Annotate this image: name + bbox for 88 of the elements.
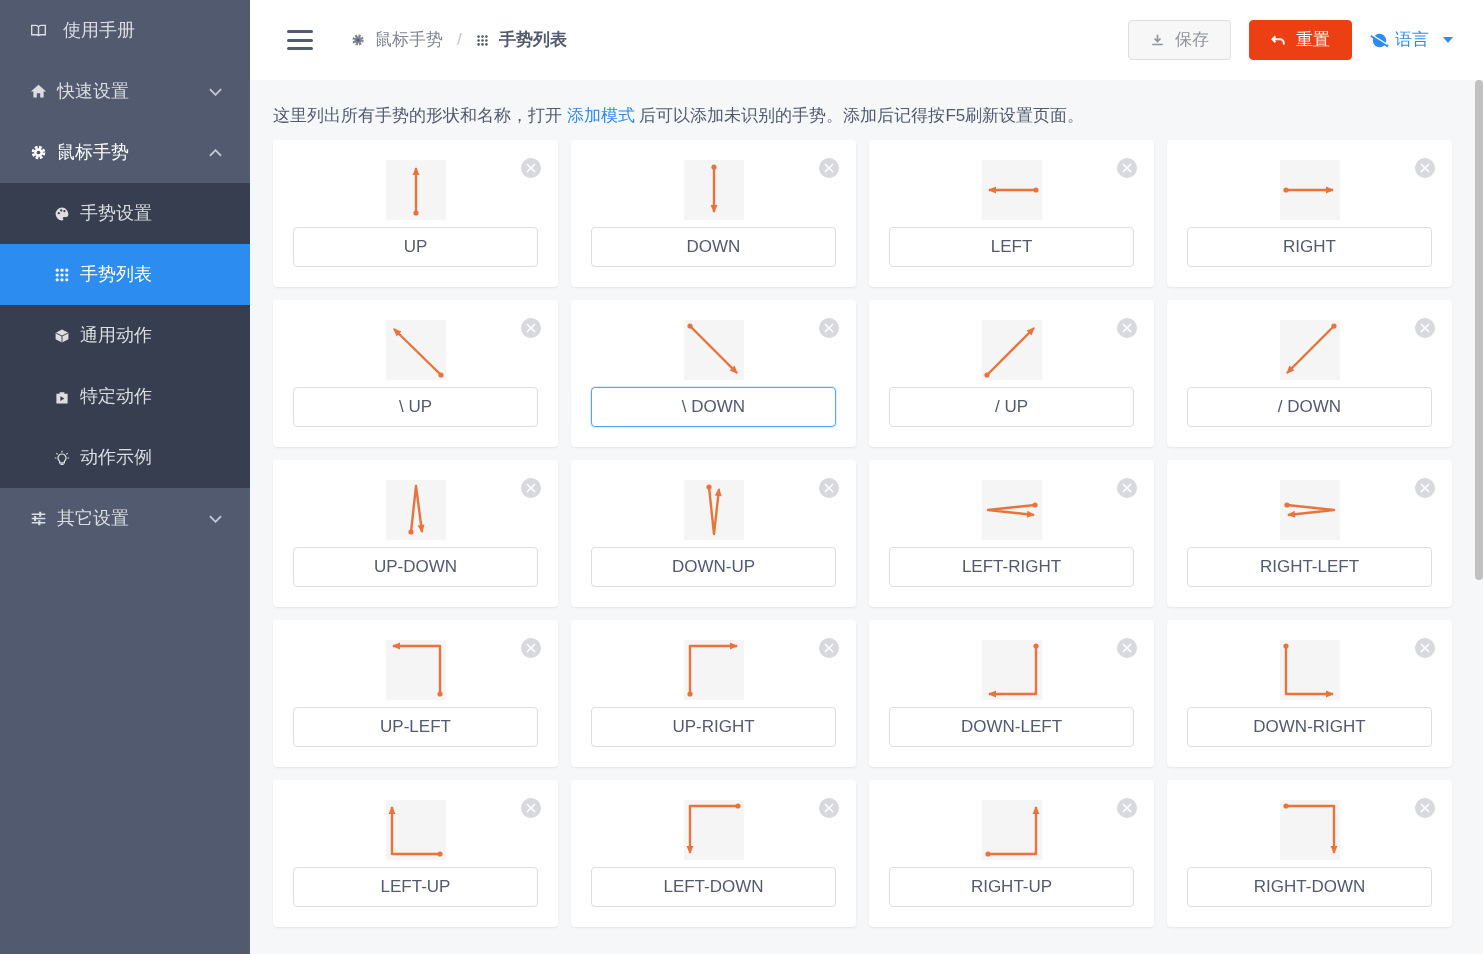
name-field[interactable]: LEFT-DOWN bbox=[591, 867, 836, 907]
home-icon bbox=[30, 83, 47, 100]
sidebar-item[interactable]: 使用手册 bbox=[0, 0, 250, 61]
gesture-drawing bbox=[1279, 320, 1340, 380]
gesture-drawing bbox=[683, 160, 744, 220]
close-icon[interactable] bbox=[819, 638, 839, 658]
name-field[interactable]: UP bbox=[293, 227, 538, 267]
close-icon[interactable] bbox=[819, 158, 839, 178]
close-icon[interactable] bbox=[521, 318, 541, 338]
close-icon[interactable] bbox=[1415, 158, 1435, 178]
palette-icon bbox=[54, 205, 70, 222]
gesture-drawing bbox=[1279, 800, 1340, 860]
gesture-drawing bbox=[385, 160, 446, 220]
name-field[interactable]: LEFT bbox=[889, 227, 1134, 267]
name-field[interactable]: RIGHT-DOWN bbox=[1187, 867, 1432, 907]
close-icon[interactable] bbox=[521, 638, 541, 658]
name-field[interactable]: RIGHT-UP bbox=[889, 867, 1134, 907]
language-dropdown[interactable]: 语言 bbox=[1370, 27, 1453, 53]
name-field[interactable]: \ UP bbox=[293, 387, 538, 427]
gesture-drawing bbox=[683, 640, 744, 700]
close-icon[interactable] bbox=[521, 478, 541, 498]
download-icon bbox=[1150, 33, 1165, 47]
sliders-icon bbox=[30, 510, 47, 527]
cube-icon bbox=[54, 327, 70, 344]
name-field[interactable]: UP-LEFT bbox=[293, 707, 538, 747]
settings-icon bbox=[30, 144, 47, 161]
sidebar-subitem[interactable]: 特定动作 bbox=[0, 366, 250, 427]
grid-icon bbox=[475, 33, 489, 47]
settings-icon bbox=[351, 33, 365, 47]
name-field[interactable]: LEFT-RIGHT bbox=[889, 547, 1134, 587]
close-icon[interactable] bbox=[1117, 798, 1137, 818]
breadcrumb-separator: / bbox=[457, 29, 462, 52]
gesture-drawing bbox=[981, 800, 1042, 860]
gesture-drawing bbox=[683, 800, 744, 860]
lightbulb-icon bbox=[54, 449, 70, 466]
close-icon[interactable] bbox=[1415, 318, 1435, 338]
undo-icon bbox=[1271, 33, 1286, 47]
close-icon[interactable] bbox=[521, 798, 541, 818]
gesture-drawing bbox=[683, 320, 744, 380]
close-icon[interactable] bbox=[1117, 478, 1137, 498]
close-icon[interactable] bbox=[1117, 158, 1137, 178]
close-icon[interactable] bbox=[819, 798, 839, 818]
caret-icon bbox=[1443, 37, 1453, 43]
name-field[interactable]: RIGHT bbox=[1187, 227, 1432, 267]
gesture-drawing bbox=[981, 480, 1042, 540]
menu-icon[interactable] bbox=[287, 30, 313, 50]
sidebar-subitem[interactable]: 手势设置 bbox=[0, 183, 250, 244]
close-icon[interactable] bbox=[1415, 638, 1435, 658]
breadcrumb-item[interactable]: 鼠标手势 bbox=[375, 27, 443, 53]
gesture-drawing bbox=[385, 480, 446, 540]
close-icon[interactable] bbox=[1117, 638, 1137, 658]
gesture-drawing bbox=[385, 800, 446, 860]
gesture-drawing bbox=[385, 640, 446, 700]
close-icon[interactable] bbox=[819, 318, 839, 338]
name-field[interactable]: DOWN bbox=[591, 227, 836, 267]
close-icon[interactable] bbox=[819, 478, 839, 498]
name-field[interactable]: / DOWN bbox=[1187, 387, 1432, 427]
name-field[interactable]: RIGHT-LEFT bbox=[1187, 547, 1432, 587]
gesture-drawing bbox=[683, 480, 744, 540]
sidebar-item[interactable]: 其它设置 bbox=[0, 488, 250, 549]
name-field[interactable]: / UP bbox=[889, 387, 1134, 427]
close-icon[interactable] bbox=[521, 158, 541, 178]
name-field[interactable]: DOWN-UP bbox=[591, 547, 836, 587]
close-icon[interactable] bbox=[1415, 478, 1435, 498]
name-field[interactable]: \ DOWN bbox=[591, 387, 836, 427]
sidebar-item[interactable]: 鼠标手势 bbox=[0, 122, 250, 183]
gesture-drawing bbox=[1279, 640, 1340, 700]
gesture-drawing bbox=[981, 160, 1042, 220]
reset-button[interactable]: 重置 bbox=[1249, 20, 1352, 60]
name-field[interactable]: DOWN-LEFT bbox=[889, 707, 1134, 747]
gesture-drawing bbox=[981, 640, 1042, 700]
gesture-drawing bbox=[1279, 480, 1340, 540]
name-field[interactable]: LEFT-UP bbox=[293, 867, 538, 907]
sidebar-item[interactable]: 快速设置 bbox=[0, 61, 250, 122]
grid-icon bbox=[54, 266, 70, 283]
gesture-drawing bbox=[385, 320, 446, 380]
sidebar-subitem[interactable]: 通用动作 bbox=[0, 305, 250, 366]
name-field[interactable]: UP-RIGHT bbox=[591, 707, 836, 747]
gesture-drawing bbox=[1279, 160, 1340, 220]
gesture-drawing bbox=[981, 320, 1042, 380]
close-icon[interactable] bbox=[1415, 798, 1435, 818]
name-field[interactable]: DOWN-RIGHT bbox=[1187, 707, 1432, 747]
name-field[interactable]: UP-DOWN bbox=[293, 547, 538, 587]
breadcrumb-item: 手势列表 bbox=[498, 29, 567, 52]
book-icon bbox=[30, 22, 47, 39]
close-icon[interactable] bbox=[1117, 318, 1137, 338]
sidebar-subitem[interactable]: 动作示例 bbox=[0, 427, 250, 488]
scrollbar[interactable] bbox=[1475, 80, 1483, 580]
